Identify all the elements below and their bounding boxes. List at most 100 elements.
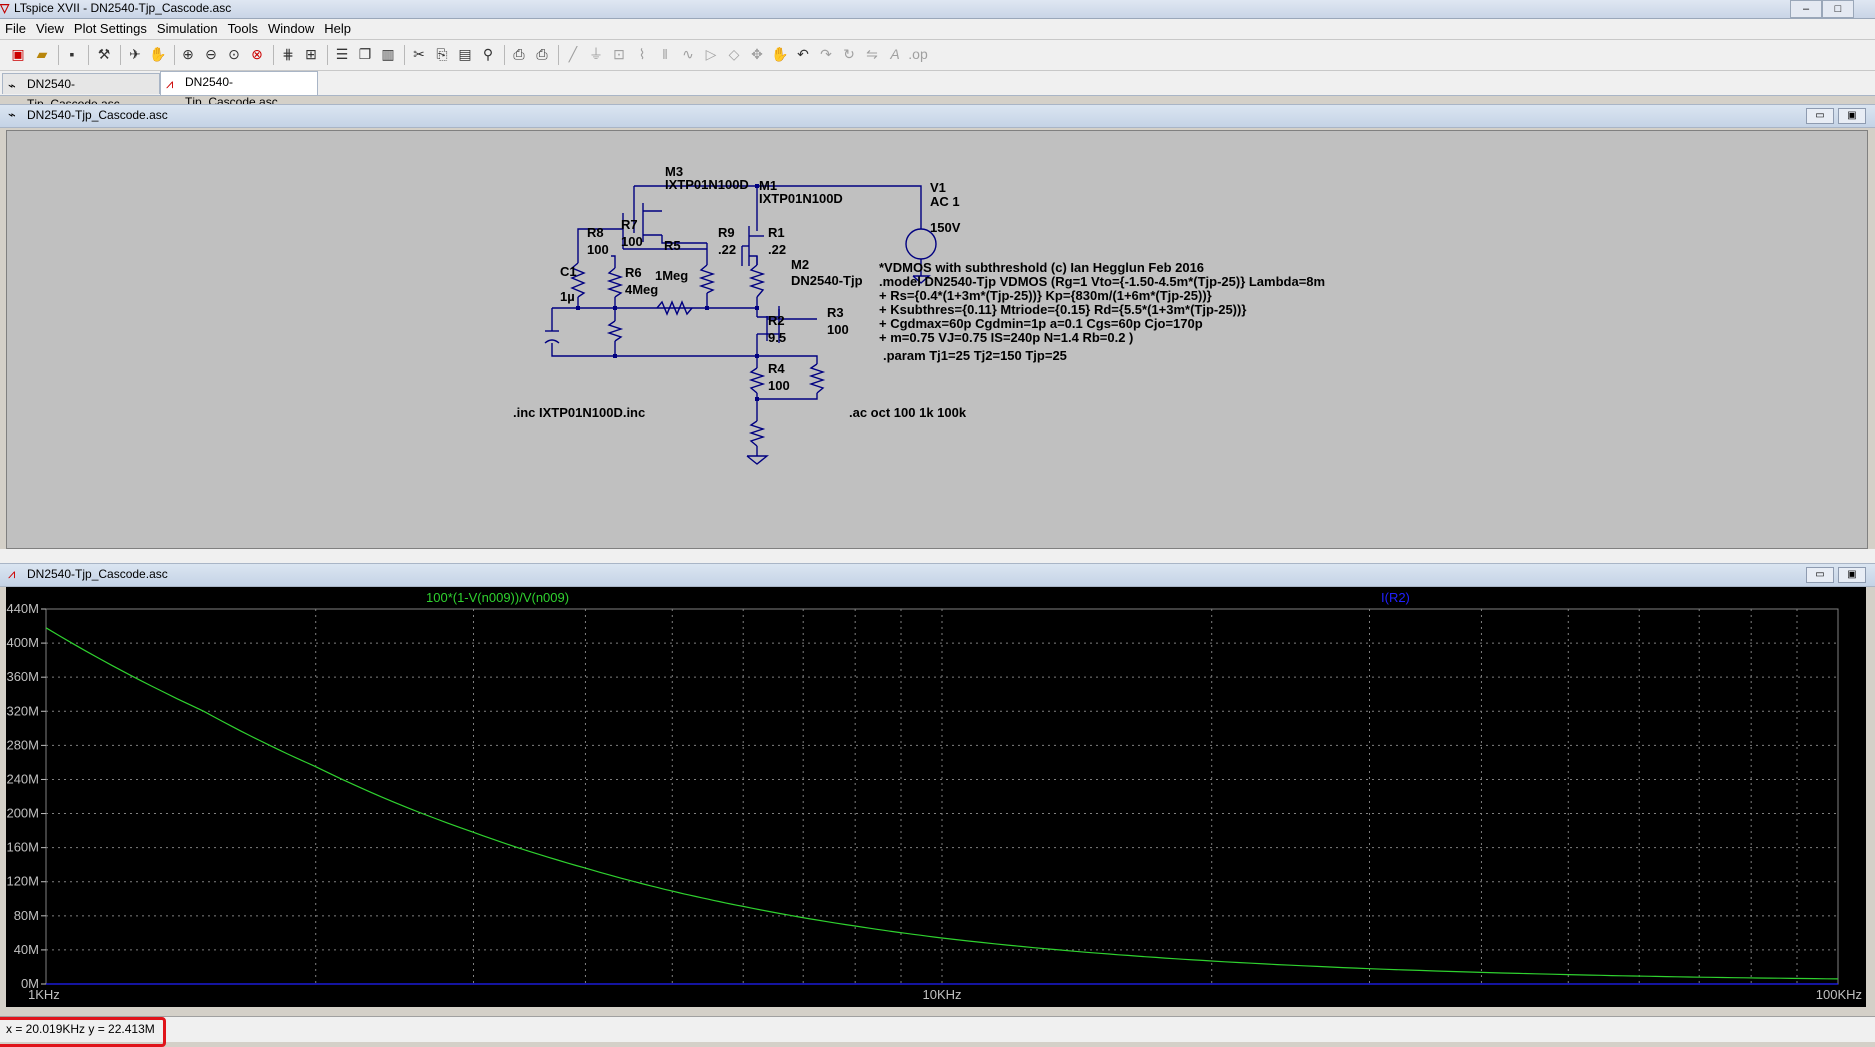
halt-icon[interactable]: ✋ xyxy=(148,44,168,64)
move-icon[interactable]: ✥ xyxy=(747,44,767,64)
y-tick-label: 320M xyxy=(6,703,39,718)
menu-view[interactable]: View xyxy=(31,19,69,39)
capacitor-icon[interactable]: ‖ xyxy=(655,44,675,64)
zoom-fit-icon[interactable]: ⊙ xyxy=(224,44,244,64)
autorange-icon[interactable]: ⋕ xyxy=(278,44,298,64)
schematic-minimize-button[interactable]: ▭ xyxy=(1806,108,1834,124)
schematic-window-header: ⌁ DN2540-Tjp_Cascode.asc ▭ ▣ xyxy=(0,104,1875,128)
schematic-junctions xyxy=(576,184,759,401)
zoom-cancel-icon[interactable]: ⊗ xyxy=(247,44,267,64)
r8-value: 100 xyxy=(587,242,609,257)
ground-icon[interactable]: ⏚ xyxy=(586,44,606,64)
r9-name: R9 xyxy=(718,225,735,240)
y-tick-label: 40M xyxy=(14,942,39,957)
status-bar: x = 20.019KHz y = 22.413M xyxy=(0,1016,1875,1047)
model-line-4: + Ksubthres={0.11} Mtriode={0.15} Rd={5.… xyxy=(879,302,1246,317)
menu-window[interactable]: Window xyxy=(263,19,319,39)
r4-value: 100 xyxy=(768,378,790,393)
x-tick-label: 100KHz xyxy=(1816,987,1862,1002)
menu-simulation[interactable]: Simulation xyxy=(152,19,223,39)
waveform-icon: ⩘ xyxy=(166,76,174,91)
menu-plot-settings[interactable]: Plot Settings xyxy=(69,19,152,39)
plot-window-header: ⩘ DN2540-Tjp_Cascode.asc ▭ ▣ xyxy=(0,563,1875,587)
model-line-1: *VDMOS with subthreshold (c) Ian Hegglun… xyxy=(879,260,1204,275)
toolbar: ▣ ▰ ▪ ⚒ ✈ ✋ ⊕ ⊖ ⊙ ⊗ ⋕ ⊞ ☰ ❐ ▥ ✂ ⎘ ▤ ⚲ ⎙ … xyxy=(0,40,1875,71)
y-tick-label: 240M xyxy=(6,771,39,786)
save-icon[interactable]: ▪ xyxy=(62,44,82,64)
r3-value: 100 xyxy=(827,322,849,337)
control-panel-icon[interactable]: ⚒ xyxy=(94,44,114,64)
spice-directive-icon[interactable]: .op xyxy=(908,44,928,64)
window-title: LTspice XVII - DN2540-Tjp_Cascode.asc xyxy=(14,1,232,15)
r8-name: R8 xyxy=(587,225,604,240)
print-icon[interactable]: ⎙ xyxy=(532,44,552,64)
y-tick-label: 280M xyxy=(6,737,39,752)
cursor-readout: x = 20.019KHz y = 22.413M xyxy=(6,1022,155,1036)
grid-icon[interactable]: ⊞ xyxy=(301,44,321,64)
print-preview-icon[interactable]: ⎙ xyxy=(509,44,529,64)
wire-icon[interactable]: ╱ xyxy=(563,44,583,64)
plot-minimize-button[interactable]: ▭ xyxy=(1806,567,1834,583)
menu-bar: File View Plot Settings Simulation Tools Wind… xyxy=(0,19,1875,40)
trace1-label[interactable]: 100*(1-V(n009))/V(n009) xyxy=(426,590,569,605)
plot-window-title: DN2540-Tjp_Cascode.asc xyxy=(27,567,168,581)
ac-directive: .ac oct 100 1k 100k xyxy=(849,405,967,420)
schematic-canvas[interactable]: M3 IXTP01N100D M1 IXTP01N100D V1 AC 1 15… xyxy=(6,130,1868,549)
document-tabs: ⌁ DN2540-Tjp_Cascode.asc ⩘ DN2540-Tjp_Ca… xyxy=(0,71,1875,111)
tab-waveform[interactable]: ⩘ DN2540-Tjp_Cascode.asc xyxy=(160,71,318,109)
schematic-icon: ⌁ xyxy=(8,78,16,93)
r5-name: R5 xyxy=(664,238,681,253)
schematic-maximize-button[interactable]: ▣ xyxy=(1838,108,1866,124)
menu-tools[interactable]: Tools xyxy=(223,19,263,39)
tile-horizontal-icon[interactable]: ☰ xyxy=(332,44,352,64)
y-tick-label: 160M xyxy=(6,840,39,855)
undo-icon[interactable]: ↶ xyxy=(793,44,813,64)
minimize-window-button[interactable]: – xyxy=(1790,0,1822,18)
resistor-icon[interactable]: ⌇ xyxy=(632,44,652,64)
y-axis-ticks: 440M 400M 360M 320M 280M 240M 200M 160M 120M 80M 4… xyxy=(6,601,46,991)
menu-help[interactable]: Help xyxy=(319,19,356,39)
open-icon[interactable]: ▰ xyxy=(32,44,52,64)
run-icon[interactable]: ✈ xyxy=(125,44,145,64)
label-icon[interactable]: ⊡ xyxy=(609,44,629,64)
y-tick-label: 400M xyxy=(6,635,39,650)
text-icon[interactable]: A xyxy=(885,44,905,64)
model-line-5: + Cgdmax=60p Cgdmin=1p a=0.1 Cgs=60p Cjo… xyxy=(879,316,1203,331)
paste-icon[interactable]: ▤ xyxy=(455,44,475,64)
redo-icon[interactable]: ↷ xyxy=(816,44,836,64)
drag-icon[interactable]: ✋ xyxy=(770,44,790,64)
v1-name: V1 xyxy=(930,180,946,195)
r2-value: 9.5 xyxy=(768,330,786,345)
zoom-out-icon[interactable]: ⊖ xyxy=(201,44,221,64)
tile-vertical-icon[interactable]: ▥ xyxy=(378,44,398,64)
inc-directive: .inc IXTP01N100D.inc xyxy=(513,405,645,420)
plot-maximize-button[interactable]: ▣ xyxy=(1838,567,1866,583)
find-icon[interactable]: ⚲ xyxy=(478,44,498,64)
cascade-icon[interactable]: ❐ xyxy=(355,44,375,64)
r9-value: .22 xyxy=(718,242,736,257)
trace2-label[interactable]: I(R2) xyxy=(1381,590,1410,605)
waveform-svg: 440M 400M 360M 320M 280M 240M 200M 160M 120M 80M 4… xyxy=(6,590,1862,1002)
model-line-3: + Rs={0.4*(1+3m*(Tjp-25))} Kp={830m/(1+6… xyxy=(879,288,1212,303)
rotate-icon[interactable]: ↻ xyxy=(839,44,859,64)
component-icon[interactable]: ◇ xyxy=(724,44,744,64)
pane-separator[interactable] xyxy=(0,549,1875,563)
diode-icon[interactable]: ▷ xyxy=(701,44,721,64)
inductor-icon[interactable]: ∿ xyxy=(678,44,698,64)
waveform-plot[interactable]: 440M 400M 360M 320M 280M 240M 200M 160M 120M 80M 4… xyxy=(6,587,1866,1007)
r7-value: 100 xyxy=(621,234,643,249)
v1-dc: 150V xyxy=(930,220,961,235)
y-tick-label: 80M xyxy=(14,908,39,923)
new-schematic-icon[interactable]: ▣ xyxy=(8,44,28,64)
y-tick-label: 440M xyxy=(6,601,39,616)
r6-name: R6 xyxy=(625,265,642,280)
x-tick-label: 1KHz xyxy=(28,987,60,1002)
cut-icon[interactable]: ✂ xyxy=(409,44,429,64)
maximize-window-button[interactable]: □ xyxy=(1822,0,1854,18)
c1-name: C1 xyxy=(560,264,577,279)
zoom-in-icon[interactable]: ⊕ xyxy=(178,44,198,64)
tab-schematic[interactable]: ⌁ DN2540-Tjp_Cascode.asc xyxy=(2,73,160,111)
menu-file[interactable]: File xyxy=(0,19,31,39)
mirror-icon[interactable]: ⇋ xyxy=(862,44,882,64)
copy-icon[interactable]: ⎘ xyxy=(432,44,452,64)
